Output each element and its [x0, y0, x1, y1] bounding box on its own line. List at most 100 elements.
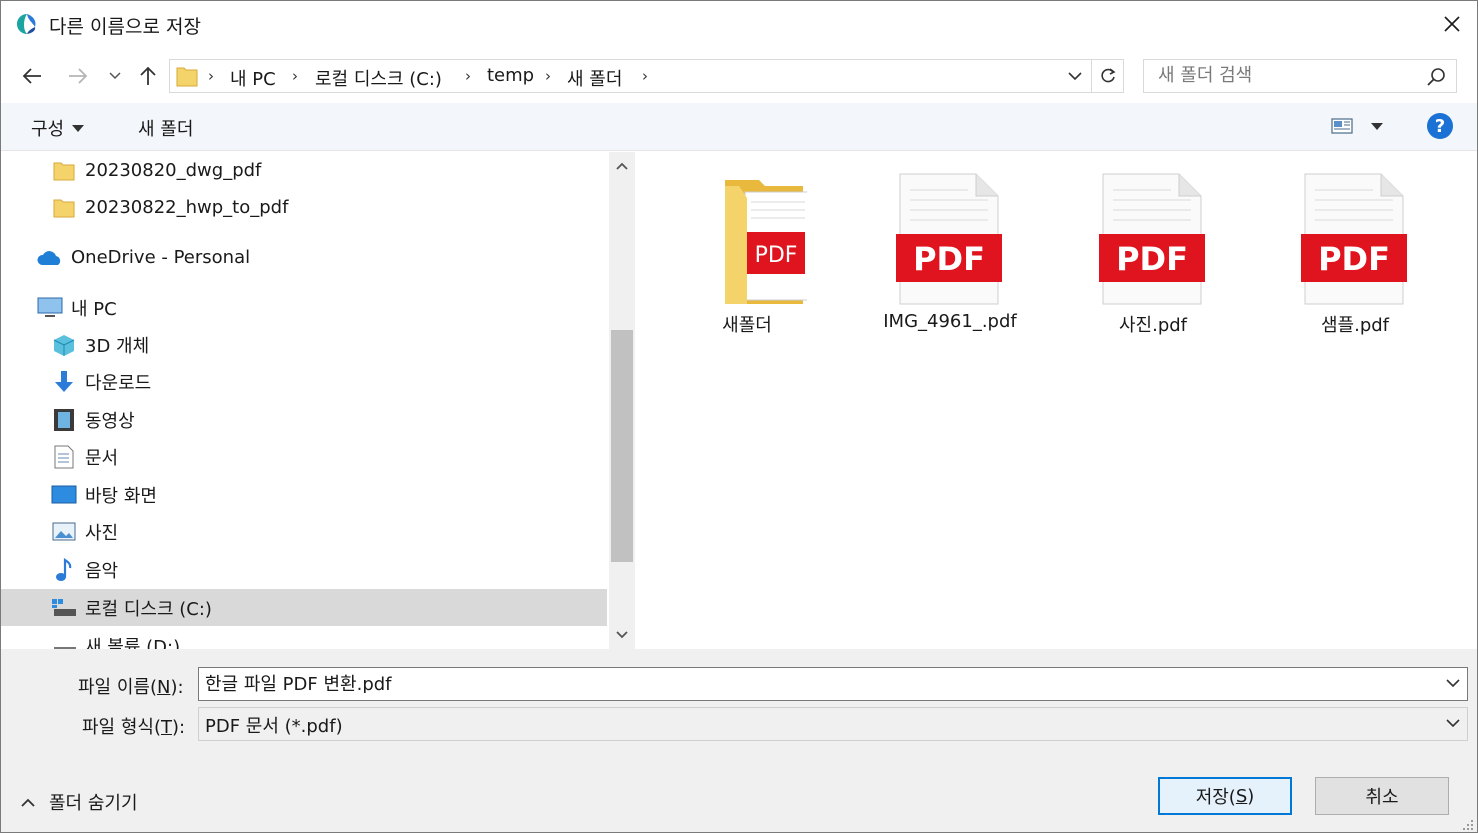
save-options-panel: 파일 이름(N): 파일 형식(T): PDF 문서 (*.pdf) 폴더 숨기… [1, 649, 1477, 832]
pdf-file-icon: PDF [1295, 172, 1415, 307]
resize-grip-icon[interactable] [1461, 818, 1475, 832]
file-item-photo-pdf[interactable]: PDF 사진.pdf [1063, 172, 1243, 347]
search-box[interactable] [1143, 59, 1457, 93]
breadcrumb-pc[interactable]: 내 PC [230, 65, 276, 91]
address-bar[interactable]: › 내 PC › 로컬 디스크 (C:) › temp › 새 폴더 › [169, 59, 1124, 93]
drive-icon [51, 634, 77, 649]
music-icon [51, 557, 77, 582]
address-dropdown-button[interactable] [1061, 60, 1089, 92]
nav-item-label: 로컬 디스크 (C:) [85, 598, 212, 620]
caret-down-icon [1371, 122, 1383, 130]
nav-item-3d-objects[interactable]: 3D 개체 [51, 326, 607, 363]
save-as-dialog: 다른 이름으로 저장 › 내 PC › 로컬 디스크 (C:) › temp ›… [0, 0, 1478, 833]
navigation-pane: 20230820_dwg_pdf 20230822_hwp_to_pdf One… [1, 152, 635, 649]
folder-icon [176, 67, 198, 87]
nav-item-videos[interactable]: 동영상 [51, 401, 607, 438]
nav-item-this-pc[interactable]: 내 PC [37, 289, 607, 326]
file-item-sample-pdf[interactable]: PDF 샘플.pdf [1265, 172, 1445, 347]
pc-icon [37, 296, 63, 320]
chevron-up-icon [21, 798, 35, 807]
cancel-button[interactable]: 취소 [1315, 777, 1449, 815]
nav-item-music[interactable]: 음악 [51, 551, 607, 588]
nav-item-desktop[interactable]: 바탕 화면 [51, 476, 607, 513]
up-button[interactable] [133, 61, 163, 91]
breadcrumb-temp[interactable]: temp [487, 65, 534, 86]
filename-label: 파일 이름(N): [78, 677, 184, 698]
nav-item-label: 20230820_dwg_pdf [85, 160, 262, 181]
nav-item-label: 내 PC [71, 298, 117, 320]
nav-scrollbar[interactable] [609, 152, 635, 649]
breadcrumb-separator: › [545, 67, 551, 85]
arrow-right-icon [69, 68, 88, 84]
onedrive-icon [37, 246, 63, 270]
nav-item-new-volume-d[interactable]: 새 볼륨 (D:) [51, 627, 607, 649]
chevron-down-icon [1446, 719, 1460, 728]
nav-item-label: 문서 [85, 447, 119, 469]
file-item-img-4961[interactable]: PDF IMG_4961_.pdf [860, 172, 1040, 347]
help-button[interactable]: ? [1427, 113, 1453, 139]
breadcrumb-local-disk[interactable]: 로컬 디스크 (C:) [315, 65, 442, 91]
scroll-thumb[interactable] [611, 330, 633, 562]
file-name: 샘플.pdf [1320, 315, 1390, 336]
filetype-select[interactable]: PDF 문서 (*.pdf) [198, 707, 1468, 741]
pdf-label: PDF [1116, 240, 1188, 278]
chevron-down-icon [1068, 71, 1082, 80]
search-icon [1427, 68, 1445, 86]
desktop-icon [51, 483, 77, 507]
scroll-up-button[interactable] [609, 152, 635, 180]
nav-item-label: 음악 [85, 560, 119, 582]
breadcrumb-new-folder[interactable]: 새 폴더 [567, 65, 622, 91]
new-folder-button[interactable]: 새 폴더 [138, 115, 193, 141]
download-icon [51, 370, 77, 394]
breadcrumb-separator: › [292, 67, 298, 85]
file-name: IMG_4961_.pdf [883, 311, 1017, 332]
nav-item-label: 동영상 [85, 410, 135, 432]
file-name: 새폴더 [722, 315, 772, 336]
nav-item-documents[interactable]: 문서 [51, 438, 607, 475]
nav-item-local-disk-c[interactable]: 로컬 디스크 (C:) [1, 589, 607, 626]
nav-item-downloads[interactable]: 다운로드 [51, 363, 607, 400]
nav-item-label: 사진 [85, 522, 119, 544]
refresh-button[interactable] [1091, 60, 1123, 92]
nav-item-folder-20230820[interactable]: 20230820_dwg_pdf [51, 152, 607, 189]
nav-item-folder-20230822[interactable]: 20230822_hwp_to_pdf [51, 189, 607, 226]
arrow-up-icon [140, 66, 156, 85]
nav-item-pictures[interactable]: 사진 [51, 513, 607, 550]
forward-button[interactable] [63, 61, 93, 91]
pdf-label: PDF [1318, 240, 1390, 278]
hide-folders-button[interactable]: 폴더 숨기기 [21, 789, 138, 815]
pdf-file-icon: PDF [1093, 172, 1213, 307]
app-icon [17, 14, 36, 34]
file-item-new-folder[interactable]: PDF 새폴더 [657, 172, 837, 347]
document-icon [51, 445, 77, 469]
nav-item-label: OneDrive - Personal [71, 247, 251, 268]
organize-button[interactable]: 구성 [31, 115, 85, 141]
nav-item-label: 새 볼륨 (D:) [85, 636, 181, 650]
video-icon [51, 408, 77, 432]
breadcrumb-separator: › [208, 67, 214, 85]
scroll-down-button[interactable] [609, 621, 635, 649]
view-options-button[interactable] [1331, 117, 1383, 135]
file-name: 사진.pdf [1118, 315, 1188, 336]
pdf-label: PDF [913, 240, 985, 278]
chevron-up-icon [616, 162, 628, 170]
filename-combobox[interactable] [198, 667, 1468, 701]
pdf-file-icon: PDF [890, 172, 1010, 307]
close-button[interactable] [1427, 1, 1477, 47]
pdf-label: PDF [755, 243, 798, 268]
arrow-left-icon [22, 68, 41, 84]
nav-item-label: 20230822_hwp_to_pdf [85, 197, 289, 218]
command-toolbar: 구성 새 폴더 [1, 103, 1477, 151]
hide-folders-label: 폴더 숨기기 [49, 793, 138, 814]
file-list: PDF 새폴더 PDF IMG_4961_.pdf PDF 사진.pdf PDF… [637, 152, 1477, 649]
filetype-label: 파일 형식(T): [82, 717, 186, 738]
nav-item-onedrive[interactable]: OneDrive - Personal [37, 239, 607, 276]
back-button[interactable] [17, 61, 47, 91]
search-input[interactable] [1158, 65, 1418, 86]
save-button[interactable]: 저장(S) [1158, 777, 1292, 815]
chevron-down-icon [1446, 679, 1460, 688]
recent-locations-button[interactable] [101, 61, 129, 91]
filename-input[interactable] [205, 672, 1425, 693]
view-icon [1331, 118, 1353, 134]
3d-objects-icon [51, 333, 77, 357]
